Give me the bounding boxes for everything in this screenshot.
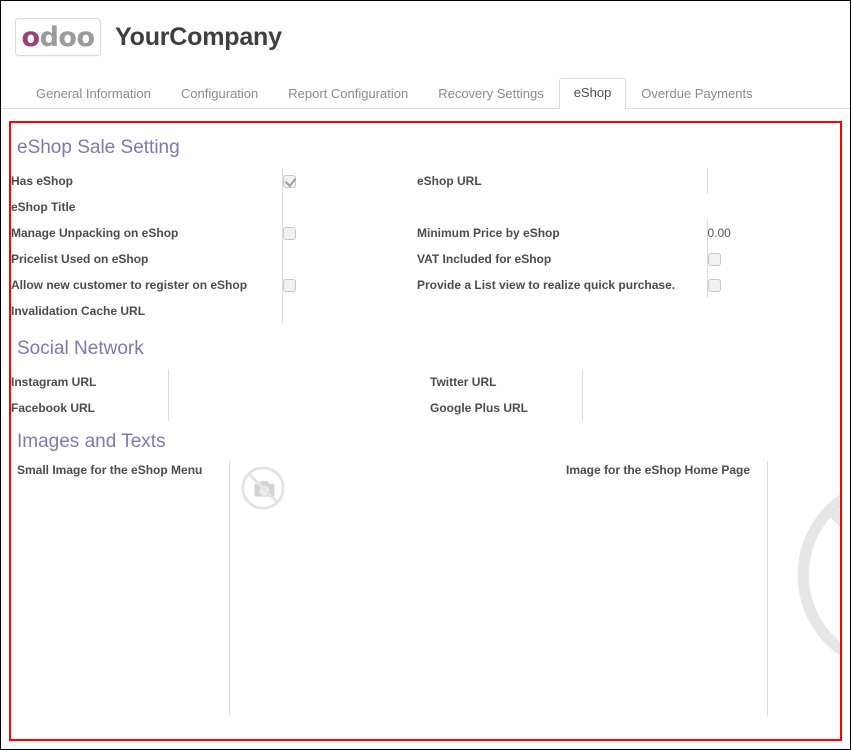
field-label-manage-unpacking-on-eshop: Manage Unpacking on eShop <box>11 225 179 240</box>
no-image-camera-icon <box>797 494 840 657</box>
images-and-texts-grid: Small Image for the eShop Menu Image for… <box>11 461 840 717</box>
field-label-image-for-eshop-home-page: Image for the eShop Home Page <box>566 463 751 478</box>
form-row: Instagram URL Twitter URL <box>11 368 840 395</box>
tab-eshop[interactable]: eShop <box>558 78 627 109</box>
no-image-camera-icon <box>241 466 285 510</box>
tab-overdue-payments[interactable]: Overdue Payments <box>626 79 767 109</box>
form-row: Invalidation Cache URL <box>11 297 840 324</box>
field-label-google-plus-url: Google Plus URL <box>430 400 529 415</box>
form-row: Manage Unpacking on eShop Minimum Price … <box>11 219 840 246</box>
form-row: Facebook URL Google Plus URL <box>11 394 840 421</box>
provide-list-view-checkbox[interactable] <box>707 278 721 292</box>
eshop-settings-panel: eShop Sale Setting Has eShop eShop URL e… <box>9 121 842 741</box>
field-label-facebook-url: Facebook URL <box>11 400 96 415</box>
tab-configuration[interactable]: Configuration <box>166 79 273 109</box>
field-label-invalidation-cache-url: Invalidation Cache URL <box>11 303 146 318</box>
logo-first-letter: o <box>21 21 41 53</box>
field-value-minimum-price-by-eshop[interactable]: 0.00 <box>706 219 840 246</box>
group-title-images-and-texts: Images and Texts <box>17 430 166 452</box>
field-value-allow-new-customer-register[interactable] <box>281 271 417 298</box>
has-eshop-checkbox[interactable] <box>282 174 296 188</box>
allow-new-customer-checkbox[interactable] <box>282 278 296 292</box>
vat-included-checkbox[interactable] <box>707 252 721 266</box>
field-label-has-eshop: Has eShop <box>11 173 74 188</box>
app-header: odoo YourCompany <box>1 1 850 63</box>
field-value-facebook-url[interactable] <box>167 394 430 421</box>
field-value-manage-unpacking-on-eshop[interactable] <box>281 219 417 246</box>
field-label-minimum-price-by-eshop: Minimum Price by eShop <box>417 225 560 240</box>
group-title-eshop-sale-setting: eShop Sale Setting <box>17 137 180 158</box>
tab-general-information[interactable]: General Information <box>21 79 166 109</box>
form-row: eShop Title <box>11 193 840 220</box>
field-label-instagram-url: Instagram URL <box>11 374 97 389</box>
field-label-eshop-title: eShop Title <box>11 199 76 214</box>
odoo-logo-icon: odoo <box>22 24 95 51</box>
field-label-empty-1 <box>417 194 707 220</box>
form-row: Pricelist Used on eShop VAT Included for… <box>11 245 840 272</box>
field-value-provide-list-view[interactable] <box>706 271 840 298</box>
tab-bar: General Information Configuration Report… <box>1 77 850 109</box>
field-value-invalidation-cache-url[interactable] <box>281 297 417 324</box>
field-label-eshop-url: eShop URL <box>417 173 482 188</box>
field-label-provide-list-view: Provide a List view to realize quick pur… <box>417 277 676 292</box>
field-label-vat-included-for-eshop: VAT Included for eShop <box>417 251 552 266</box>
field-value-pricelist-used-on-eshop[interactable] <box>281 245 417 272</box>
minimum-price-value: 0.00 <box>707 225 731 240</box>
logo-remaining-letters: doo <box>39 21 95 53</box>
field-value-google-plus-url[interactable] <box>581 394 840 421</box>
field-label-allow-new-customer-register: Allow new customer to register on eShop <box>11 277 248 292</box>
manage-unpacking-checkbox[interactable] <box>282 226 296 240</box>
field-label-small-image-for-eshop-menu: Small Image for the eShop Menu <box>17 463 203 478</box>
field-value-empty-2 <box>707 298 840 324</box>
field-value-small-image-for-eshop-menu[interactable] <box>229 461 560 717</box>
form-row: Allow new customer to register on eShop … <box>11 271 840 298</box>
group-title-social-network: Social Network <box>17 337 144 359</box>
field-value-eshop-url[interactable] <box>706 167 840 194</box>
field-value-twitter-url[interactable] <box>581 368 840 395</box>
field-value-has-eshop[interactable] <box>281 167 417 194</box>
tab-recovery-settings[interactable]: Recovery Settings <box>423 79 559 109</box>
field-value-vat-included-for-eshop[interactable] <box>706 245 840 272</box>
field-value-image-for-eshop-home-page[interactable] <box>767 461 840 717</box>
odoo-company-settings-window: odoo YourCompany General Information Con… <box>0 0 851 750</box>
tab-report-configuration[interactable]: Report Configuration <box>273 79 423 109</box>
odoo-logo[interactable]: odoo <box>15 18 101 56</box>
field-label-pricelist-used-on-eshop: Pricelist Used on eShop <box>11 251 149 266</box>
page-title: YourCompany <box>115 22 282 51</box>
field-value-empty-1 <box>707 194 840 220</box>
form-row: Has eShop eShop URL <box>11 167 840 194</box>
field-label-twitter-url: Twitter URL <box>430 374 497 389</box>
field-value-eshop-title[interactable] <box>281 193 417 220</box>
eshop-sale-setting-grid: Has eShop eShop URL eShop Title Manage U… <box>11 167 840 324</box>
field-value-instagram-url[interactable] <box>167 368 430 395</box>
social-network-grid: Instagram URL Twitter URL Facebook URL G… <box>11 368 840 421</box>
field-label-empty-2 <box>417 298 707 324</box>
